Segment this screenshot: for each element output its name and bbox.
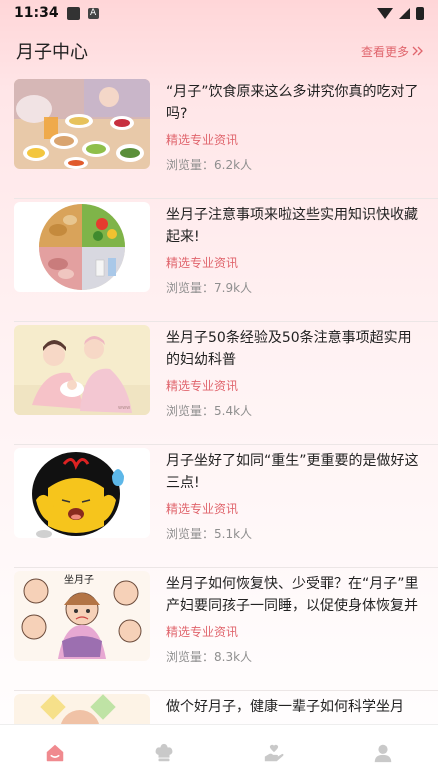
app-notification-icon: A [87, 7, 99, 19]
view-more-label: 查看更多 [360, 44, 409, 59]
tab-recipes[interactable] [134, 725, 194, 780]
svg-text:www: www [118, 405, 130, 411]
battery-icon [416, 6, 424, 20]
emoji-face-image [14, 448, 150, 538]
mother-nurse-illustration: www [14, 325, 150, 415]
home-icon [46, 744, 63, 761]
article-list: “月子”饮食原来这么多讲究你真的吃对了吗? 精选专业资讯 浏览量：6.2k人 坐… [0, 76, 438, 780]
status-time: 11:34 [14, 5, 59, 21]
article-views: 浏览量：6.2k人 [166, 158, 253, 172]
list-item[interactable]: 坐月子 坐月子如何恢复快、少受罪？在“月子”里产妇要同孩子一同睡，以促使身体恢复… [14, 568, 438, 691]
list-item[interactable]: 月子坐好了如同“重生”更重要的是做好这三点! 精选专业资讯 浏览量：5.1k人 [14, 445, 438, 568]
list-item[interactable]: www 坐月子50条经验及50条注意事项超实用的妇幼科普 精选专业资讯 浏览量：… [14, 322, 438, 445]
double-chevron-right-icon [412, 46, 423, 56]
article-tag: 精选专业资讯 [166, 256, 239, 270]
article-title: 坐月子50条经验及50条注意事项超实用的妇幼科普 [166, 330, 412, 368]
list-item[interactable]: “月子”饮食原来这么多讲究你真的吃对了吗? 精选专业资讯 浏览量：6.2k人 [14, 76, 438, 199]
article-views: 浏览量：5.1k人 [166, 527, 253, 541]
signal-icon [399, 7, 410, 19]
cartoon-mother-image: 坐月子 [14, 571, 150, 661]
article-thumbnail [14, 448, 150, 538]
article-thumbnail [14, 79, 150, 169]
article-thumbnail: www [14, 325, 150, 415]
article-tag: 精选专业资讯 [166, 625, 239, 639]
article-title: 坐月子如何恢复快、少受罪？在“月子”里产妇要同孩子一同睡，以促使身体恢复并保..… [166, 576, 419, 614]
article-views: 浏览量：8.3k人 [166, 650, 253, 664]
user-icon [375, 744, 392, 762]
thumbnail-caption: 坐月子 [64, 574, 94, 586]
article-thumbnail [14, 202, 150, 292]
article-title: “月子”饮食原来这么多讲究你真的吃对了吗? [166, 84, 419, 122]
article-tag: 精选专业资讯 [166, 379, 239, 393]
care-hand-icon [264, 744, 284, 761]
tab-home[interactable] [25, 725, 85, 780]
notification-icon [66, 6, 80, 20]
chef-hat-icon [155, 743, 173, 761]
tab-care[interactable] [244, 725, 304, 780]
article-title: 月子坐好了如同“重生”更重要的是做好这三点! [166, 453, 419, 491]
view-more-link[interactable]: 查看更多 [361, 43, 424, 60]
wifi-icon [377, 7, 393, 19]
tab-profile[interactable] [353, 725, 413, 780]
header: 月子中心 查看更多 [0, 26, 438, 76]
article-tag: 精选专业资讯 [166, 502, 239, 516]
list-item[interactable]: 坐月子注意事项来啦这些实用知识快收藏起来! 精选专业资讯 浏览量：7.9k人 [14, 199, 438, 322]
food-wheel-image [14, 202, 150, 292]
food-table-image [14, 79, 150, 169]
status-bar: 11:34 A [0, 0, 438, 26]
article-tag: 精选专业资讯 [166, 133, 239, 147]
article-views: 浏览量：5.4k人 [166, 404, 253, 418]
page-title: 月子中心 [16, 42, 88, 63]
article-thumbnail: 坐月子 [14, 571, 150, 661]
bottom-tab-bar [0, 724, 438, 780]
article-title: 坐月子注意事项来啦这些实用知识快收藏起来! [166, 207, 418, 245]
article-views: 浏览量：7.9k人 [166, 281, 253, 295]
